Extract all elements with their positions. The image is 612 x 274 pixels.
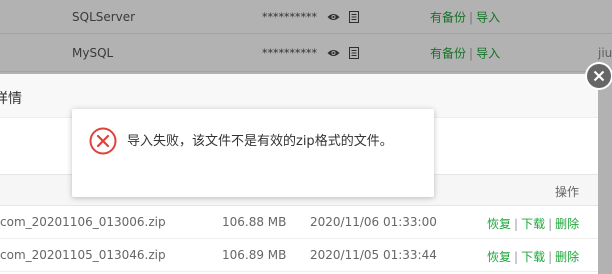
close-icon bbox=[587, 64, 611, 88]
delete-link[interactable]: 删除 bbox=[555, 250, 579, 264]
restore-link[interactable]: 恢复 bbox=[487, 217, 511, 231]
delete-link[interactable]: 删除 bbox=[555, 217, 579, 231]
backup-file-size: 106.89 MB bbox=[222, 248, 287, 262]
download-link[interactable]: 下载 bbox=[521, 217, 545, 231]
operations-header: 操作 bbox=[555, 185, 580, 199]
backup-file-name: _com_20201106_013006.zip bbox=[0, 215, 166, 229]
dialog-title: 详情 bbox=[0, 91, 22, 107]
table-row: _com_20201105_013046.zip 106.89 MB 2020/… bbox=[0, 239, 598, 272]
row-actions: 恢复 | 下载 | 删除 bbox=[487, 217, 580, 231]
table-row: _com_20201106_013006.zip 106.88 MB 2020/… bbox=[0, 206, 598, 239]
backup-file-time: 2020/11/06 01:33:00 bbox=[310, 215, 437, 229]
dialog-close-button[interactable] bbox=[585, 62, 612, 90]
error-circle-icon bbox=[89, 127, 117, 155]
backup-file-time: 2020/11/05 01:33:44 bbox=[310, 248, 437, 262]
row-actions: 恢复 | 下载 | 删除 bbox=[487, 250, 580, 264]
download-link[interactable]: 下载 bbox=[521, 250, 545, 264]
backup-file-name: _com_20201105_013046.zip bbox=[0, 248, 166, 262]
restore-link[interactable]: 恢复 bbox=[487, 250, 511, 264]
error-message-text: 导入失败，该文件不是有效的zip格式的文件。 bbox=[127, 134, 393, 149]
backup-file-size: 106.88 MB bbox=[222, 215, 287, 229]
error-message-popup: 导入失败，该文件不是有效的zip格式的文件。 bbox=[72, 109, 434, 197]
